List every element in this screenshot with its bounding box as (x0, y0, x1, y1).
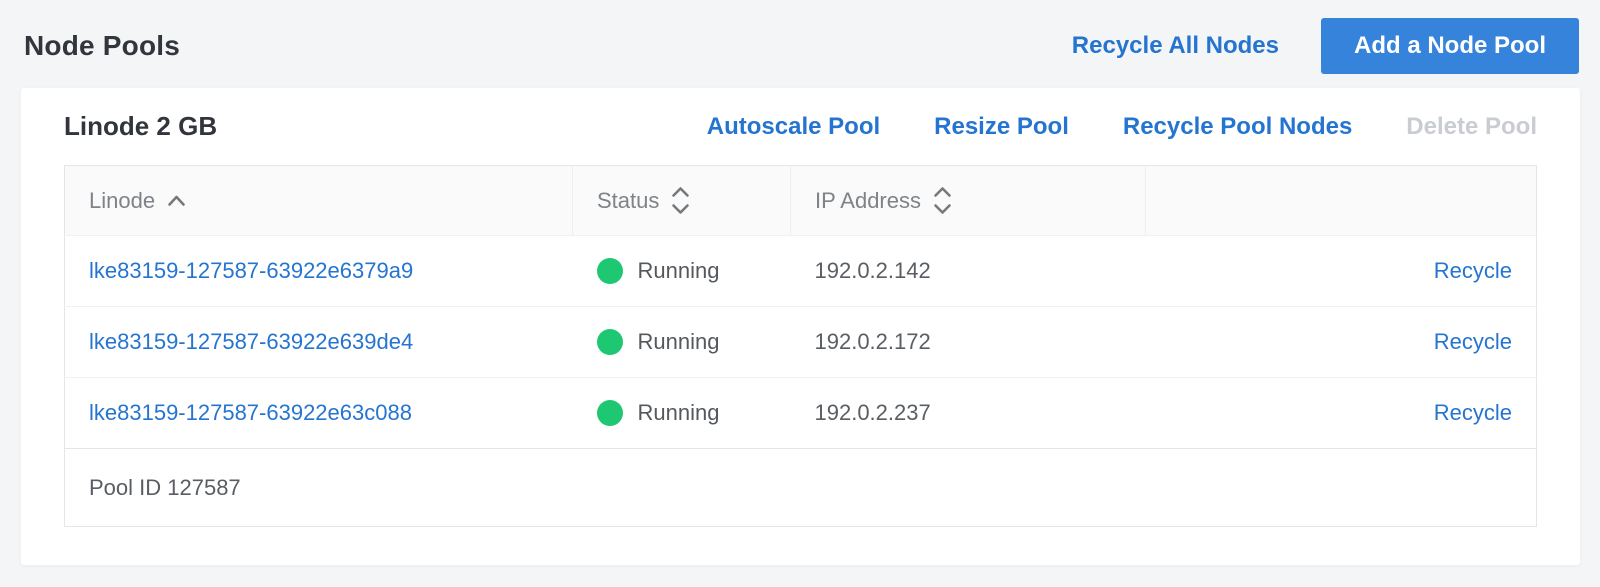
status-text: Running (638, 400, 720, 426)
table-row: lke83159-127587-63922e63c088 Running 192… (65, 378, 1537, 449)
recycle-pool-nodes-link[interactable]: Recycle Pool Nodes (1123, 113, 1352, 141)
add-node-pool-button[interactable]: Add a Node Pool (1321, 18, 1579, 74)
pool-actions: Autoscale Pool Resize Pool Recycle Pool … (707, 113, 1537, 141)
table-header-row: Linode Status (65, 166, 1537, 236)
column-label-linode: Linode (89, 188, 155, 214)
status-text: Running (638, 329, 720, 355)
ip-address-text: 192.0.2.237 (815, 400, 931, 425)
page-title: Node Pools (24, 30, 180, 62)
recycle-node-link[interactable]: Recycle (1434, 400, 1512, 425)
column-header-ip-address[interactable]: IP Address (791, 166, 1146, 236)
table-row: lke83159-127587-63922e6379a9 Running 192… (65, 236, 1537, 307)
node-name-link[interactable]: lke83159-127587-63922e639de4 (89, 329, 413, 354)
recycle-all-nodes-link[interactable]: Recycle All Nodes (1072, 32, 1279, 60)
node-table: Linode Status (64, 165, 1537, 527)
status-running-dot-icon (597, 400, 623, 426)
pool-id-row: Pool ID 127587 (65, 449, 1537, 527)
recycle-node-link[interactable]: Recycle (1434, 329, 1512, 354)
status-running-dot-icon (597, 329, 623, 355)
pool-id-label: Pool ID 127587 (65, 449, 1537, 527)
pool-title: Linode 2 GB (64, 111, 217, 142)
resize-pool-link[interactable]: Resize Pool (934, 113, 1069, 141)
column-header-status[interactable]: Status (573, 166, 791, 236)
column-label-ip-address: IP Address (815, 188, 921, 214)
status-text: Running (638, 258, 720, 284)
pool-header: Linode 2 GB Autoscale Pool Resize Pool R… (64, 88, 1537, 165)
node-name-link[interactable]: lke83159-127587-63922e6379a9 (89, 258, 413, 283)
delete-pool-link: Delete Pool (1406, 113, 1537, 141)
chevron-up-icon (167, 194, 186, 207)
chevron-up-down-icon (933, 186, 952, 215)
node-table-foot: Pool ID 127587 (65, 449, 1537, 527)
column-header-actions (1146, 166, 1537, 236)
column-label-status: Status (597, 188, 659, 214)
autoscale-pool-link[interactable]: Autoscale Pool (707, 113, 880, 141)
node-pools-header: Node Pools Recycle All Nodes Add a Node … (0, 0, 1600, 88)
column-header-linode[interactable]: Linode (65, 166, 573, 236)
node-table-head: Linode Status (65, 166, 1537, 236)
node-name-link[interactable]: lke83159-127587-63922e63c088 (89, 400, 412, 425)
node-pool-card: Linode 2 GB Autoscale Pool Resize Pool R… (21, 88, 1580, 565)
status-running-dot-icon (597, 258, 623, 284)
table-row: lke83159-127587-63922e639de4 Running 192… (65, 307, 1537, 378)
header-actions: Recycle All Nodes Add a Node Pool (1072, 18, 1579, 74)
node-table-body: lke83159-127587-63922e6379a9 Running 192… (65, 236, 1537, 449)
ip-address-text: 192.0.2.142 (815, 258, 931, 283)
chevron-up-down-icon (671, 186, 690, 215)
recycle-node-link[interactable]: Recycle (1434, 258, 1512, 283)
ip-address-text: 192.0.2.172 (815, 329, 931, 354)
